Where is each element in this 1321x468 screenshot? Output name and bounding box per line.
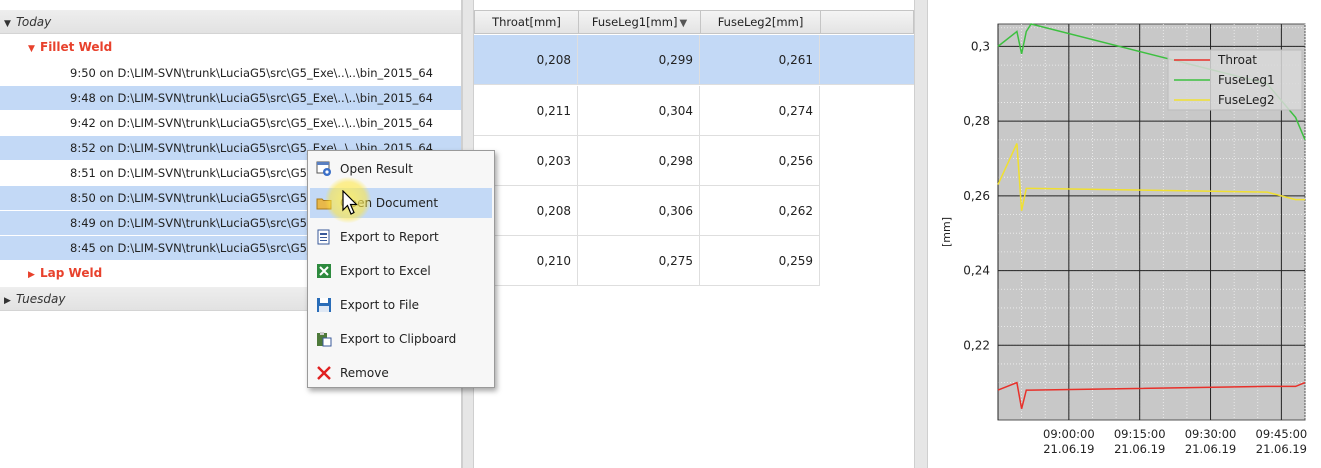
table-cell: 0,306	[578, 186, 700, 236]
line-chart: 0,220,240,260,280,3[mm]09:00:0021.06.190…	[940, 23, 1308, 456]
menu-item-export-to-report[interactable]: Export to Report	[310, 222, 492, 252]
mouse-pointer-icon	[342, 190, 358, 215]
x-tick-label: 09:45:00	[1256, 427, 1308, 441]
table-cell: 0,261	[700, 35, 820, 85]
menu-item-remove[interactable]: Remove	[310, 358, 492, 388]
column-header-fuseleg2[interactable]: FuseLeg2[mm]	[701, 11, 821, 33]
floppy-icon	[317, 298, 331, 312]
x-tick-label: 21.06.19	[1043, 442, 1094, 456]
menu-item-export-to-file[interactable]: Export to File	[310, 290, 492, 320]
remove-icon	[317, 366, 331, 380]
x-tick-label: 09:30:00	[1185, 427, 1237, 441]
column-header-throat[interactable]: Throat[mm]	[475, 11, 579, 33]
menu-item-label: Export to File	[340, 298, 420, 312]
tree-subgroup-label: Lap Weld	[40, 266, 103, 280]
clipboard-icon	[317, 332, 332, 347]
y-tick-label: 0,24	[963, 264, 990, 278]
legend-label: Throat	[1217, 53, 1257, 67]
table-cell: 0,304	[578, 86, 700, 136]
table-cell: 0,256	[700, 136, 820, 186]
tree-subgroup-fillet-weld[interactable]: ▼ Fillet Weld	[28, 35, 112, 59]
tree-row[interactable]: 9:42 on D:\LIM-SVN\trunk\LuciaG5\src\G5_…	[0, 111, 461, 135]
expanded-triangle-icon[interactable]: ▼	[28, 37, 40, 61]
x-tick-label: 09:15:00	[1114, 427, 1166, 441]
legend-label: FuseLeg1	[1218, 73, 1275, 87]
table-row[interactable]: 0,210 0,275 0,259	[474, 236, 820, 286]
y-tick-label: 0,26	[963, 189, 990, 203]
table-header: Throat[mm] FuseLeg1[mm] ▼ FuseLeg2[mm]	[474, 10, 914, 34]
x-tick-label: 09:00:00	[1043, 427, 1095, 441]
x-tick-label: 21.06.19	[1256, 442, 1307, 456]
tree-subgroup-label: Fillet Weld	[40, 40, 113, 54]
y-tick-label: 0,28	[963, 114, 990, 128]
table-row[interactable]: 0,208 0,299 0,261	[474, 35, 914, 85]
table-cell: 0,299	[578, 35, 700, 85]
report-icon	[317, 229, 330, 245]
x-tick-label: 21.06.19	[1114, 442, 1165, 456]
menu-item-label: Export to Clipboard	[340, 332, 457, 346]
table-cell: 0,211	[474, 86, 578, 136]
menu-item-label: Export to Report	[340, 230, 439, 244]
sort-descending-icon: ▼	[679, 18, 688, 29]
column-header-fuseleg1[interactable]: FuseLeg1[mm] ▼	[579, 11, 701, 33]
tree-group-label: Tuesday	[16, 292, 66, 306]
table-cell: 0,274	[700, 86, 820, 136]
collapsed-triangle-icon[interactable]: ▶	[28, 263, 40, 287]
x-tick-label: 21.06.19	[1185, 442, 1236, 456]
table-cell: 0,262	[700, 186, 820, 236]
table-row[interactable]: 0,208 0,306 0,262	[474, 186, 820, 236]
excel-icon	[317, 264, 331, 278]
table-row[interactable]: 0,211 0,304 0,274	[474, 86, 820, 136]
menu-item-export-to-clipboard[interactable]: Export to Clipboard	[310, 324, 492, 354]
open-result-icon	[316, 161, 331, 176]
tree-subgroup-lap-weld[interactable]: ▶ Lap Weld	[28, 261, 102, 285]
menu-item-label: Export to Excel	[340, 264, 431, 278]
results-table: Throat[mm] FuseLeg1[mm] ▼ FuseLeg2[mm] 0,…	[474, 10, 914, 468]
table-cell: 0,298	[578, 136, 700, 186]
table-cell: 0,208	[474, 35, 578, 85]
tree-row[interactable]: 9:48 on D:\LIM-SVN\trunk\LuciaG5\src\G5_…	[0, 86, 461, 110]
table-row[interactable]: 0,203 0,298 0,256	[474, 136, 820, 186]
collapsed-triangle-icon[interactable]: ▶	[4, 289, 16, 313]
table-cell: 0,275	[578, 236, 700, 286]
column-header-label: FuseLeg1[mm]	[591, 15, 678, 29]
menu-item-export-to-excel[interactable]: Export to Excel	[310, 256, 492, 286]
splitter-right[interactable]	[914, 0, 928, 468]
tree-group-label: Today	[16, 15, 52, 29]
legend-label: FuseLeg2	[1218, 93, 1275, 107]
table-cell: 0,259	[700, 236, 820, 286]
y-tick-label: 0,3	[971, 39, 990, 53]
tree-row[interactable]: 9:50 on D:\LIM-SVN\trunk\LuciaG5\src\G5_…	[0, 61, 461, 85]
tree-group-today[interactable]: ▼ Today	[0, 10, 461, 36]
expanded-triangle-icon[interactable]: ▼	[4, 12, 16, 36]
menu-item-label: Remove	[340, 366, 389, 380]
menu-item-label: Open Result	[340, 162, 413, 176]
y-axis-label: [mm]	[940, 217, 953, 247]
chart-panel: 0,22 0,24 0,26 0,28 0,3 [mm] 09:00:00 21.06.19 0…	[928, 0, 1321, 468]
y-tick-label: 0,22	[963, 338, 990, 352]
